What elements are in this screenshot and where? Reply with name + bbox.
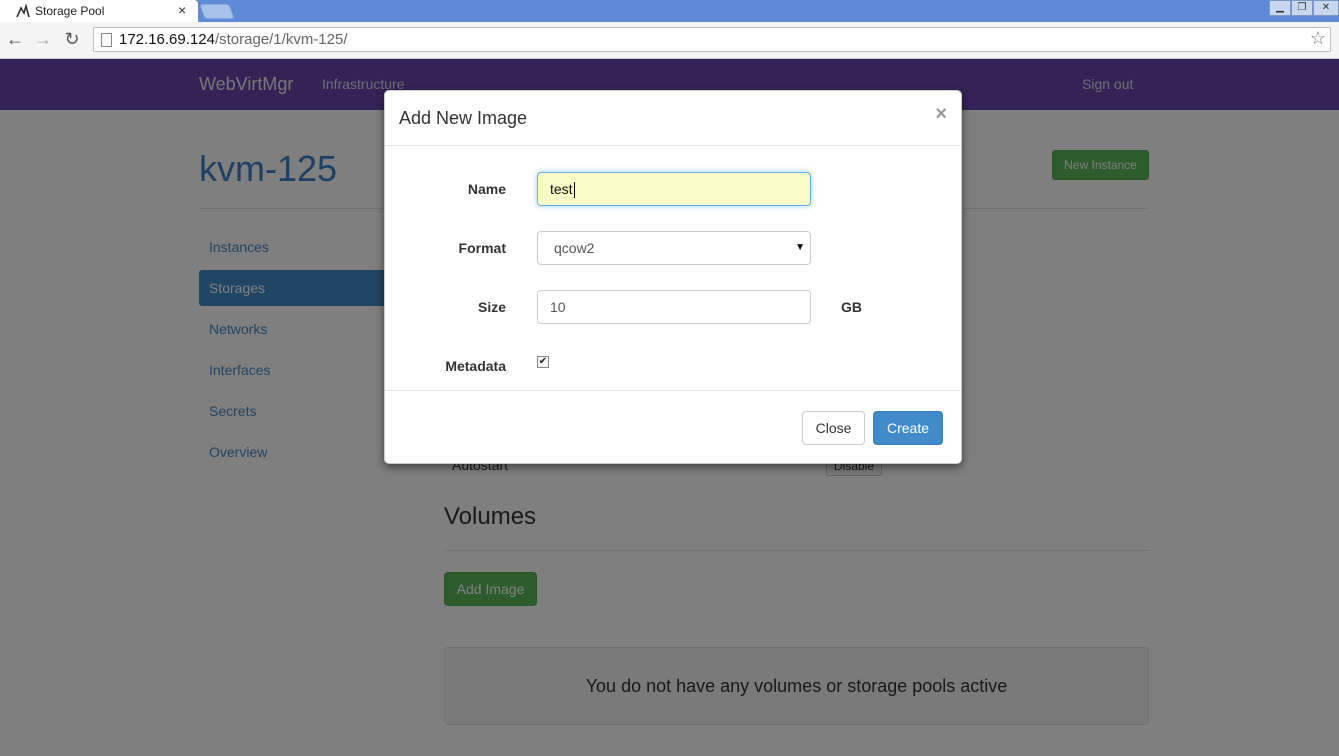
modal-title: Add New Image bbox=[399, 108, 528, 128]
back-icon[interactable]: ← bbox=[4, 28, 26, 50]
modal-header: Add New Image × bbox=[385, 91, 961, 146]
create-button[interactable]: Create bbox=[873, 411, 943, 445]
tab-title: Storage Pool bbox=[35, 4, 105, 18]
size-label: Size bbox=[477, 299, 506, 315]
close-button[interactable]: Close bbox=[802, 411, 865, 445]
modal-footer: Close Create bbox=[385, 390, 961, 465]
minimize-icon[interactable]: ▁ bbox=[1269, 0, 1291, 16]
close-icon[interactable]: × bbox=[935, 103, 947, 126]
restore-icon[interactable]: ❐ bbox=[1291, 0, 1313, 16]
page: WebVirtMgr Infrastructure Sign out kvm-1… bbox=[0, 59, 1339, 756]
reload-icon[interactable]: ↻ bbox=[61, 28, 83, 50]
metadata-checkbox[interactable]: ✔ bbox=[537, 356, 549, 368]
name-input[interactable]: test bbox=[537, 172, 811, 206]
url-text[interactable]: 172.16.69.124/storage/1/kvm-125/ bbox=[119, 31, 348, 48]
dropdown-arrow-icon: ▼ bbox=[795, 242, 805, 253]
browser-tabstrip: Storage Pool × ▁ ❐ ✕ bbox=[0, 0, 1339, 22]
format-label: Format bbox=[458, 240, 506, 256]
name-label: Name bbox=[467, 181, 506, 197]
window-controls: ▁ ❐ ✕ bbox=[1269, 0, 1339, 16]
size-input[interactable]: 10 bbox=[537, 290, 811, 324]
metadata-label: Metadata bbox=[445, 358, 506, 374]
address-bar[interactable]: 172.16.69.124/storage/1/kvm-125/ ☆ bbox=[93, 27, 1331, 52]
browser-tab[interactable]: Storage Pool × bbox=[0, 0, 198, 22]
browser-toolbar: ← → ↻ 172.16.69.124/storage/1/kvm-125/ ☆ bbox=[0, 22, 1339, 59]
tab-close-icon[interactable]: × bbox=[178, 2, 186, 18]
add-image-modal: Add New Image × Name test Format qcow2 ▼… bbox=[384, 90, 962, 464]
size-unit: GB bbox=[841, 299, 862, 315]
star-icon[interactable]: ☆ bbox=[1310, 28, 1326, 49]
format-select[interactable]: qcow2 ▼ bbox=[537, 231, 811, 265]
new-tab-button[interactable] bbox=[199, 4, 235, 19]
favicon-icon bbox=[16, 4, 30, 18]
forward-icon[interactable]: → bbox=[32, 28, 54, 50]
page-icon bbox=[101, 33, 112, 47]
window-close-icon[interactable]: ✕ bbox=[1313, 0, 1339, 16]
